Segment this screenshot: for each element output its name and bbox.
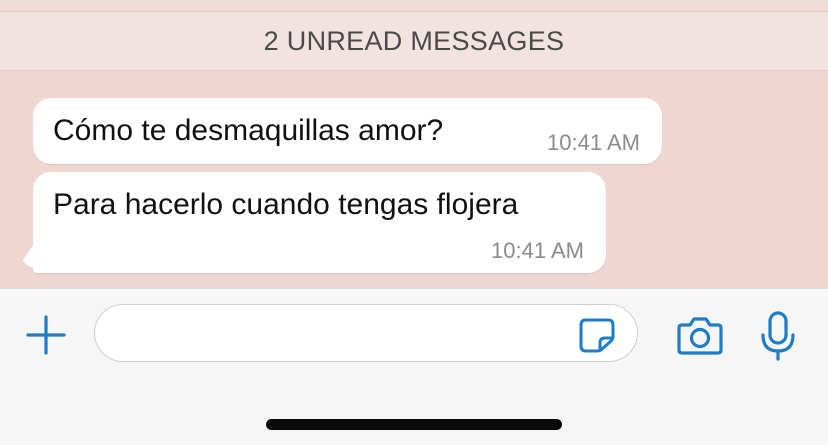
unread-messages-label: 2 UNREAD MESSAGES xyxy=(263,25,565,56)
unread-messages-banner: 2 UNREAD MESSAGES xyxy=(0,12,828,71)
camera-button[interactable] xyxy=(673,311,727,361)
message-text: Cómo te desmaquillas amor? xyxy=(53,114,444,147)
home-indicator[interactable] xyxy=(266,419,562,430)
message-bubble[interactable]: Cómo te desmaquillas amor? 10:41 AM xyxy=(33,98,662,164)
message-timestamp: 10:41 AM xyxy=(547,130,640,155)
plus-icon xyxy=(26,315,66,355)
message-timestamp: 10:41 AM xyxy=(491,238,584,263)
microphone-button[interactable] xyxy=(754,309,802,363)
message-field[interactable] xyxy=(94,304,638,362)
attach-button[interactable] xyxy=(22,311,70,359)
message-input-bar xyxy=(0,288,828,445)
message-text: Para hacerlo cuando tengas flojera xyxy=(53,188,519,221)
message-bubble[interactable]: Para hacerlo cuando tengas flojera 10:41… xyxy=(33,172,606,273)
camera-icon xyxy=(677,317,723,355)
sticker-icon xyxy=(579,318,615,353)
message-input[interactable] xyxy=(113,313,577,355)
sticker-button[interactable] xyxy=(577,317,617,353)
microphone-icon xyxy=(761,311,795,361)
previous-message-strip xyxy=(0,0,828,12)
chat-area[interactable]: 2 UNREAD MESSAGES Cómo te desmaquillas a… xyxy=(0,0,828,288)
